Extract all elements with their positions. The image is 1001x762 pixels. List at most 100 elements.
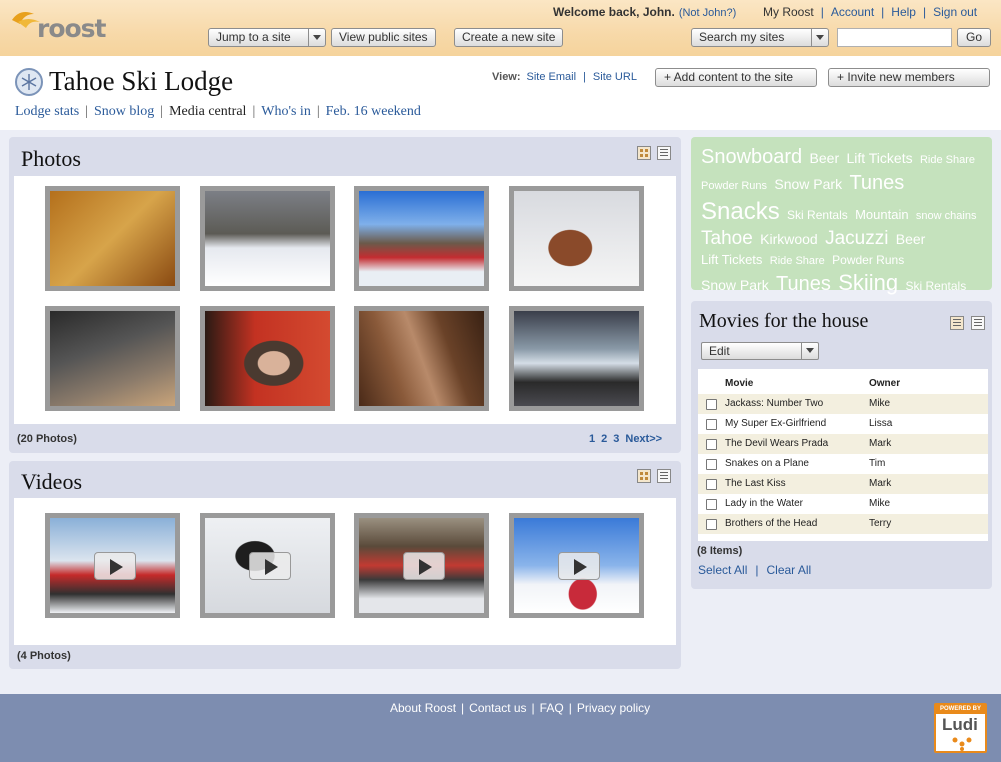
photo-thumbnail[interactable] [200,306,335,411]
page-3-link[interactable]: 3 [613,433,619,445]
table-row[interactable]: Jackass: Number Two Mike [698,394,988,414]
logo-text[interactable]: roost [37,14,107,43]
page-1-link[interactable]: 1 [589,433,595,445]
table-row[interactable]: Lady in the Water Mike [698,494,988,514]
photo-thumbnail[interactable] [354,306,489,411]
search-input[interactable] [837,28,952,47]
tag-link[interactable]: Ski Rentals [787,208,848,222]
video-thumbnail[interactable] [45,513,180,618]
movie-owner: Mike [869,398,891,409]
nav-snow-blog[interactable]: Snow blog [94,104,154,119]
faq-link[interactable]: FAQ [540,701,564,715]
site-title: Tahoe Ski Lodge [49,66,234,96]
tag-link[interactable]: Powder Runs [832,253,904,267]
play-icon[interactable] [94,552,136,580]
play-icon[interactable] [558,552,600,580]
video-thumbnail[interactable] [354,513,489,618]
photo-thumbnail[interactable] [45,306,180,411]
page-2-link[interactable]: 2 [601,433,607,445]
jump-to-site-dropdown[interactable]: Jump to a site [208,28,326,47]
row-checkbox[interactable] [706,499,717,510]
photo-thumbnail[interactable] [509,306,644,411]
tag-link[interactable]: Ride Share [770,255,825,267]
site-url-link[interactable]: Site URL [593,71,637,83]
photo-thumbnail[interactable] [45,186,180,291]
row-checkbox[interactable] [706,459,717,470]
tag-link[interactable]: Beer [810,150,840,166]
table-row[interactable]: My Super Ex-Girlfriend Lissa [698,414,988,434]
tag-link[interactable]: Tahoe [701,228,753,249]
invite-members-button[interactable]: + Invite new members [828,68,990,87]
tag-link[interactable]: Mountain [855,207,908,222]
list-view-icon[interactable] [657,469,671,483]
nav-lodge-stats[interactable]: Lodge stats [15,104,79,119]
movie-title: Lady in the Water [725,498,804,509]
account-link[interactable]: Account [831,5,874,19]
table-row[interactable]: The Last Kiss Mark [698,474,988,494]
play-icon[interactable] [249,552,291,580]
my-roost-link[interactable]: My Roost [763,5,814,19]
photo-thumbnail[interactable] [354,186,489,291]
row-checkbox[interactable] [706,419,717,430]
site-nav: Lodge stats | Snow blog | Media central | Who'… [15,104,421,119]
tag-link[interactable]: Beer [896,231,926,247]
about-roost-link[interactable]: About Roost [390,701,456,715]
table-row[interactable]: Brothers of the Head Terry [698,514,988,534]
tag-link[interactable]: Lift Tickets [846,150,912,166]
tag-link[interactable]: Ski Rentals [906,279,967,293]
photo-thumbnail[interactable] [509,186,644,291]
table-row[interactable]: The Devil Wears Prada Mark [698,434,988,454]
privacy-policy-link[interactable]: Privacy policy [577,701,650,715]
tag-link[interactable]: Jacuzzi [825,228,888,249]
not-john-link[interactable]: (Not John?) [679,7,736,19]
tag-link[interactable]: Tunes [776,273,831,295]
video-thumbnail[interactable] [509,513,644,618]
table-row[interactable]: Snakes on a Plane Tim [698,454,988,474]
go-button[interactable]: Go [957,28,992,47]
help-link[interactable]: Help [891,5,916,19]
grid-view-icon[interactable] [637,469,651,483]
movie-title: The Devil Wears Prada [725,438,829,449]
detail-view-icon[interactable] [971,316,985,330]
view-public-sites-button[interactable]: View public sites [331,28,436,47]
row-checkbox[interactable] [706,399,717,410]
nav-whos-in[interactable]: Who's in [261,104,311,119]
grid-view-icon[interactable] [637,146,651,160]
photo-thumbnail[interactable] [200,186,335,291]
powered-by-ludi-badge[interactable]: POWERED BY Ludi [934,703,987,753]
search-scope-dropdown[interactable]: Search my sites [691,28,829,47]
tag-link[interactable]: Skiing [838,270,898,295]
video-thumbnail[interactable] [200,513,335,618]
movie-title: The Last Kiss [725,478,786,489]
row-checkbox[interactable] [706,439,717,450]
site-email-link[interactable]: Site Email [527,71,577,83]
tag-link[interactable]: Kirkwood [760,231,818,247]
row-checkbox[interactable] [706,479,717,490]
movie-owner: Mike [869,498,891,509]
sign-out-link[interactable]: Sign out [933,5,977,19]
tag-link[interactable]: Snowboard [701,146,802,168]
column-movie: Movie [725,378,754,389]
next-page-link[interactable]: Next>> [625,433,662,445]
create-new-site-button[interactable]: Create a new site [454,28,564,47]
tag-link[interactable]: Tunes [849,172,904,194]
edit-dropdown[interactable]: Edit [701,342,819,360]
tag-link[interactable]: Snow Park [774,176,842,192]
search-scope-label: Search my sites [699,30,785,44]
list-view-icon[interactable] [950,316,964,330]
select-all-link[interactable]: Select All [698,563,747,577]
add-content-button[interactable]: + Add content to the site [655,68,817,87]
tag-link[interactable]: Powder Runs [701,180,767,192]
nav-feb-16-weekend[interactable]: Feb. 16 weekend [326,104,421,119]
list-view-icon[interactable] [657,146,671,160]
tag-link[interactable]: snow chains [916,210,977,222]
tag-link[interactable]: Ride Share [920,154,975,166]
tag-link[interactable]: Snow Park [701,277,769,293]
row-checkbox[interactable] [706,519,717,530]
play-icon[interactable] [403,552,445,580]
tag-link[interactable]: Snacks [701,198,780,225]
clear-all-link[interactable]: Clear All [766,563,811,577]
nav-media-central[interactable]: Media central [169,104,246,119]
tag-link[interactable]: Lift Tickets [701,252,762,267]
contact-us-link[interactable]: Contact us [469,701,526,715]
